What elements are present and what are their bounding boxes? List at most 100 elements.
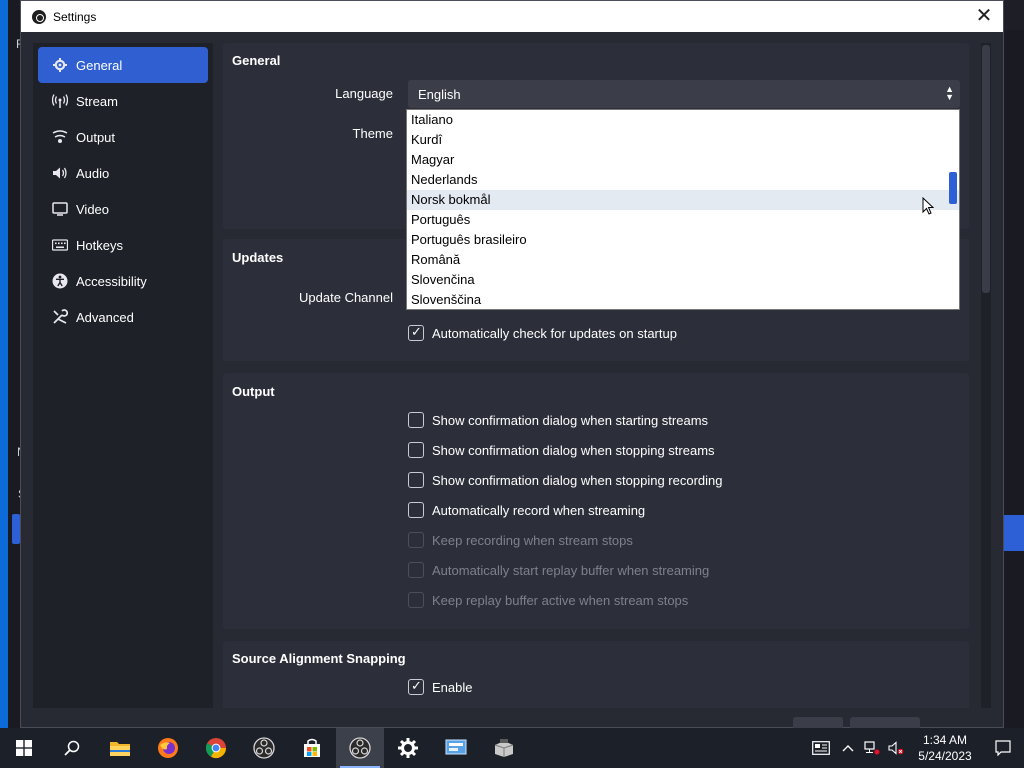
sidebar-item-label: Audio bbox=[76, 165, 110, 181]
checkbox-label: Automatically check for updates on start… bbox=[432, 325, 677, 341]
taskbar-search-button[interactable] bbox=[48, 728, 96, 768]
close-button[interactable]: ✕ bbox=[973, 5, 995, 27]
language-option[interactable]: Português bbox=[407, 210, 959, 230]
checkbox-box bbox=[408, 562, 424, 578]
language-option[interactable]: Slovenščina bbox=[407, 290, 959, 309]
confirm-stop-streams-checkbox[interactable]: Show confirmation dialog when stopping s… bbox=[408, 440, 715, 460]
store-icon bbox=[304, 738, 320, 757]
checkbox-box bbox=[408, 532, 424, 548]
clock-time: 1:34 AM bbox=[922, 733, 968, 747]
taskbar-clock[interactable]: 1:34 AM 5/24/2023 bbox=[908, 732, 982, 764]
language-option[interactable]: Português brasileiro bbox=[407, 230, 959, 250]
language-select-value: English bbox=[418, 86, 461, 102]
language-option[interactable]: Slovenčina bbox=[407, 270, 959, 290]
auto-check-updates-checkbox[interactable]: Automatically check for updates on start… bbox=[408, 323, 677, 343]
language-option[interactable]: Kurdî bbox=[407, 130, 959, 150]
language-option[interactable]: Nederlands bbox=[407, 170, 959, 190]
scrollbar-thumb[interactable] bbox=[982, 45, 990, 293]
checkbox-label: Automatically record when streaming bbox=[432, 502, 646, 518]
checkbox-box[interactable] bbox=[408, 442, 424, 458]
confirm-start-streams-checkbox[interactable]: Show confirmation dialog when starting s… bbox=[408, 410, 708, 430]
output-icon bbox=[52, 129, 68, 145]
checkbox-label: Keep recording when stream stops bbox=[432, 532, 633, 548]
sidebar-item-label: Stream bbox=[76, 93, 118, 109]
checkbox-box[interactable] bbox=[408, 502, 424, 518]
language-option[interactable]: Română bbox=[407, 250, 959, 270]
background-obs-button bbox=[12, 514, 20, 544]
sidebar-item-general[interactable]: General bbox=[38, 47, 208, 83]
snapping-enable-checkbox[interactable]: Enable bbox=[408, 677, 472, 697]
checkbox-box[interactable] bbox=[408, 472, 424, 488]
sidebar-item-label: Video bbox=[76, 201, 110, 217]
sidebar-item-label: Advanced bbox=[76, 309, 134, 325]
settings-scrollbar[interactable] bbox=[981, 43, 991, 708]
monitor-icon bbox=[52, 201, 68, 217]
chrome-icon bbox=[205, 738, 227, 759]
language-option[interactable]: Magyar bbox=[407, 150, 959, 170]
checkbox-box[interactable] bbox=[408, 678, 424, 695]
system-tray: 1:34 AM 5/24/2023 bbox=[806, 728, 1024, 768]
obs-active-icon bbox=[349, 737, 371, 759]
checkbox-label: Show confirmation dialog when starting s… bbox=[432, 412, 709, 428]
checkbox-box[interactable] bbox=[408, 324, 424, 341]
notification-icon[interactable] bbox=[982, 728, 1024, 768]
title-bar: Settings ✕ bbox=[21, 1, 1003, 32]
settings-gear-icon bbox=[398, 738, 418, 758]
language-dropdown-list[interactable]: Italiano Kurdî Magyar Nederlands Norsk b… bbox=[406, 109, 960, 310]
taskbar-control-panel[interactable] bbox=[432, 728, 480, 768]
chevron-up-icon[interactable] bbox=[836, 728, 860, 768]
auto-replay-buffer-checkbox: Automatically start replay buffer when s… bbox=[408, 560, 709, 580]
taskbar-obs-active[interactable] bbox=[336, 728, 384, 768]
network-icon[interactable] bbox=[860, 728, 884, 768]
dropdown-scrollbar-thumb[interactable] bbox=[949, 172, 957, 204]
speaker-icon bbox=[52, 165, 68, 181]
sidebar-item-stream[interactable]: Stream bbox=[38, 83, 208, 119]
auto-record-checkbox[interactable]: Automatically record when streaming bbox=[408, 500, 645, 520]
file-explorer-icon bbox=[110, 742, 130, 756]
checkbox-label: Show confirmation dialog when stopping r… bbox=[432, 472, 723, 488]
accessibility-icon bbox=[52, 273, 68, 289]
antenna-icon bbox=[52, 93, 68, 109]
sidebar-item-label: Accessibility bbox=[76, 273, 147, 289]
update-channel-label: Update Channel bbox=[299, 290, 393, 305]
group-title-general: General bbox=[232, 53, 281, 68]
windows-taskbar: 1:34 AM 5/24/2023 bbox=[0, 728, 1024, 768]
language-option[interactable]: Italiano bbox=[407, 110, 959, 130]
theme-label: Theme bbox=[352, 126, 393, 141]
taskbar-installer[interactable] bbox=[480, 728, 528, 768]
checkbox-box bbox=[408, 592, 424, 608]
sidebar-item-audio[interactable]: Audio bbox=[38, 155, 208, 191]
taskbar-settings[interactable] bbox=[384, 728, 432, 768]
keep-replay-buffer-checkbox: Keep replay buffer active when stream st… bbox=[408, 590, 688, 610]
sidebar-item-label: General bbox=[76, 57, 123, 73]
sidebar-item-label: Output bbox=[76, 129, 116, 145]
language-option-highlighted[interactable]: Norsk bokmål bbox=[407, 190, 959, 210]
windows-start-icon bbox=[16, 740, 32, 756]
clock-date: 5/24/2023 bbox=[918, 749, 972, 763]
windows-start-button[interactable] bbox=[0, 728, 48, 768]
sidebar-item-label: Hotkeys bbox=[76, 237, 123, 253]
window-title: Settings bbox=[53, 9, 97, 24]
news-widget-icon[interactable] bbox=[806, 728, 836, 768]
installer-icon bbox=[494, 739, 514, 757]
sidebar-item-output[interactable]: Output bbox=[38, 119, 208, 155]
checkbox-box[interactable] bbox=[408, 412, 424, 428]
background-obs-window-right bbox=[1004, 30, 1024, 728]
sidebar-item-video[interactable]: Video bbox=[38, 191, 208, 227]
taskbar-file-explorer[interactable] bbox=[96, 728, 144, 768]
obs-icon bbox=[253, 737, 275, 759]
mouse-cursor-icon bbox=[922, 197, 934, 215]
taskbar-store[interactable] bbox=[288, 728, 336, 768]
language-select[interactable]: English ▲ ▼ bbox=[408, 80, 960, 108]
volume-muted-icon[interactable] bbox=[884, 728, 908, 768]
taskbar-obs[interactable] bbox=[240, 728, 288, 768]
sidebar-item-accessibility[interactable]: Accessibility bbox=[38, 263, 208, 299]
control-panel-icon bbox=[445, 739, 467, 755]
confirm-stop-recording-checkbox[interactable]: Show confirmation dialog when stopping r… bbox=[408, 470, 723, 490]
taskbar-firefox[interactable] bbox=[144, 728, 192, 768]
taskbar-chrome[interactable] bbox=[192, 728, 240, 768]
sidebar-item-advanced[interactable]: Advanced bbox=[38, 299, 208, 335]
settings-sidebar: General Stream Output Audio Video Hotkey… bbox=[33, 43, 213, 708]
language-label: Language bbox=[335, 86, 393, 101]
sidebar-item-hotkeys[interactable]: Hotkeys bbox=[38, 227, 208, 263]
